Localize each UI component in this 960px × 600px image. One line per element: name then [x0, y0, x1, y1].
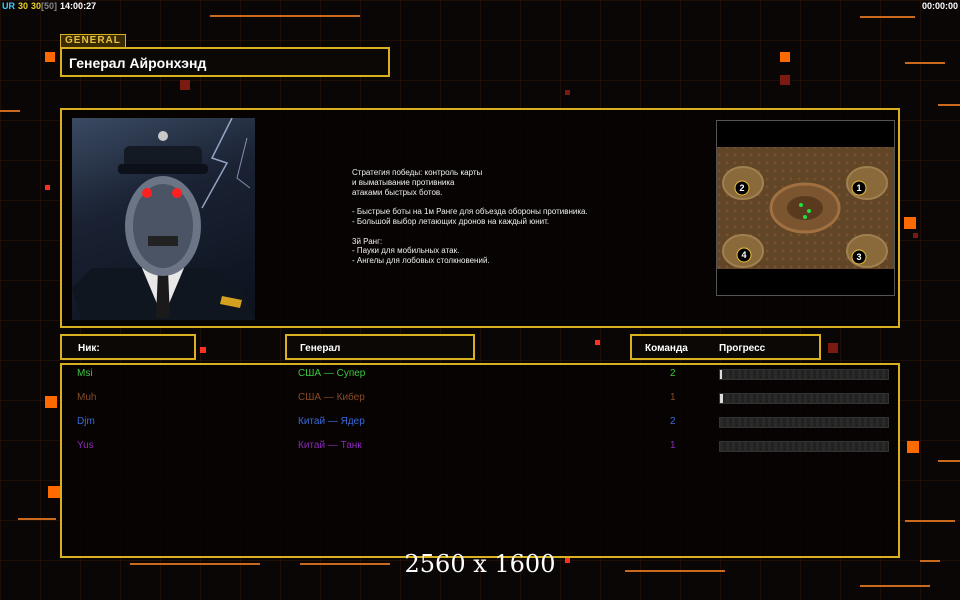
general-portrait [72, 118, 255, 320]
player-progress-fill [720, 394, 724, 403]
player-progress-bar [719, 441, 889, 452]
player-team: 1 [670, 392, 676, 403]
hud-stats: UR 30 30[50] 14:00:27 [2, 1, 99, 11]
players-panel: Msi США — Супер 2 Muh США — Кибер 1 Djm … [60, 363, 900, 558]
general-header-box: Генерал [285, 334, 475, 360]
player-team: 2 [670, 416, 676, 427]
portrait-image [72, 118, 255, 320]
player-nick: Msi [77, 368, 93, 379]
general-title-box: Генерал Айронхэнд [60, 47, 390, 77]
player-nick: Djm [77, 416, 95, 427]
resolution-label: 2560 x 1600 [404, 550, 556, 578]
player-progress-bar [719, 393, 889, 404]
progress-header: Прогресс [719, 343, 766, 354]
clock: 14:00:27 [60, 1, 97, 11]
strategy-description: Стратегия победы: контроль карты и вымат… [352, 168, 588, 266]
player-nick: Yus [77, 440, 94, 451]
start-position-4: 4 [741, 250, 746, 260]
player-progress-fill [720, 370, 722, 379]
player-general: США — Супер [298, 368, 366, 379]
team-progress-header-box: Команда Прогресс [630, 334, 821, 360]
player-progress-bar [719, 369, 889, 380]
minimap-image: 1 2 3 4 [717, 121, 894, 295]
general-badge: GENERAL [60, 34, 126, 48]
player-general: Китай — Ядер [298, 416, 365, 427]
nick-header-box: Ник: [60, 334, 196, 360]
player-row: Muh США — Кибер 1 [62, 392, 898, 406]
start-position-3: 3 [856, 252, 861, 262]
player-team: 1 [670, 440, 676, 451]
player-row: Yus Китай — Танк 1 [62, 440, 898, 454]
ur-label: UR [2, 1, 15, 11]
team-header: Команда [645, 343, 688, 354]
player-team: 2 [670, 368, 676, 379]
fps-value: 30 [18, 1, 29, 11]
general-info-panel: Стратегия победы: контроль карты и вымат… [60, 108, 900, 328]
player-nick: Muh [77, 392, 97, 403]
fps-cap: [50] [41, 1, 58, 11]
fps-value-2: 30 [31, 1, 42, 11]
start-position-2: 2 [739, 183, 744, 193]
player-progress-bar [719, 417, 889, 428]
player-row: Djm Китай — Ядер 2 [62, 416, 898, 430]
player-general: Китай — Танк [298, 440, 362, 451]
general-title: Генерал Айронхэнд [69, 55, 207, 71]
nick-header: Ник: [78, 343, 100, 354]
game-timer: 00:00:00 [921, 1, 958, 11]
player-general: США — Кибер [298, 392, 365, 403]
general-header: Генерал [300, 343, 341, 354]
minimap[interactable]: 1 2 3 4 [716, 120, 895, 296]
start-position-1: 1 [856, 183, 861, 193]
player-row: Msi США — Супер 2 [62, 368, 898, 382]
